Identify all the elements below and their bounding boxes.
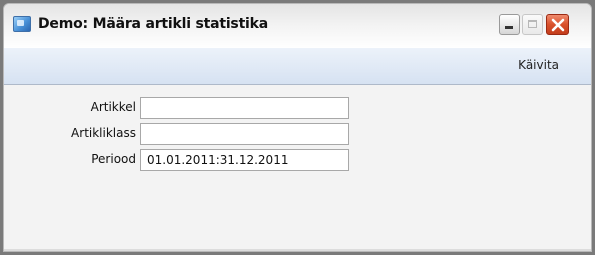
window-title: Demo: Määra artikli statistika — [38, 16, 269, 32]
article-label: Artikkel — [90, 100, 136, 114]
app-window: Demo: Määra artikli statistika Käivita A… — [3, 3, 592, 252]
app-window-icon — [13, 16, 31, 32]
minimize-button[interactable] — [499, 14, 520, 35]
form-area: Artikkel Artikliklass Periood — [4, 85, 591, 251]
window-bottom-border — [4, 249, 591, 251]
toolbar: Käivita — [4, 48, 591, 85]
article-class-input[interactable] — [140, 123, 349, 145]
article-input[interactable] — [140, 97, 349, 119]
article-class-label: Artikliklass — [71, 126, 136, 140]
period-label: Periood — [91, 152, 136, 166]
title-bar[interactable]: Demo: Määra artikli statistika — [4, 4, 591, 48]
period-input[interactable] — [140, 149, 349, 171]
close-icon — [551, 18, 565, 32]
close-button[interactable] — [546, 14, 569, 35]
maximize-button[interactable] — [522, 14, 543, 35]
run-button[interactable]: Käivita — [518, 58, 559, 72]
